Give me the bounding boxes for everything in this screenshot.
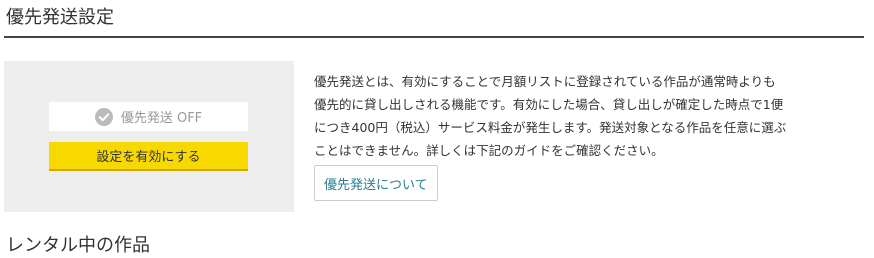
check-circle-icon <box>94 107 113 126</box>
section-title: 優先発送設定 <box>6 7 114 28</box>
description-line: 優先発送とは、有効にすることで月額リストに登録されている作品が通常時よりも <box>314 74 776 89</box>
description: 優先発送とは、有効にすることで月額リストに登録されている作品が通常時よりも 優先… <box>314 70 854 162</box>
enable-priority-shipping-button[interactable]: 設定を有効にする <box>49 142 248 171</box>
description-line: ことはできません。詳しくは下記のガイドをご確認ください。 <box>314 143 664 158</box>
priority-shipping-guide-link[interactable]: 優先発送について <box>314 165 438 201</box>
status-panel: 優先発送 OFF 設定を有効にする <box>4 61 294 212</box>
rental-section-title: レンタル中の作品 <box>6 235 150 256</box>
status-indicator: 優先発送 OFF <box>49 102 248 131</box>
description-line: 優先的に貸し出しされる機能です。有効にした場合、貸し出しが確定した時点で1便 <box>314 97 784 112</box>
status-text: 優先発送 OFF <box>120 111 203 126</box>
description-line: につき400円（税込）サービス料金が発生します。発送対象となる作品を任意に選ぶ <box>314 120 787 135</box>
section-divider <box>4 36 864 38</box>
